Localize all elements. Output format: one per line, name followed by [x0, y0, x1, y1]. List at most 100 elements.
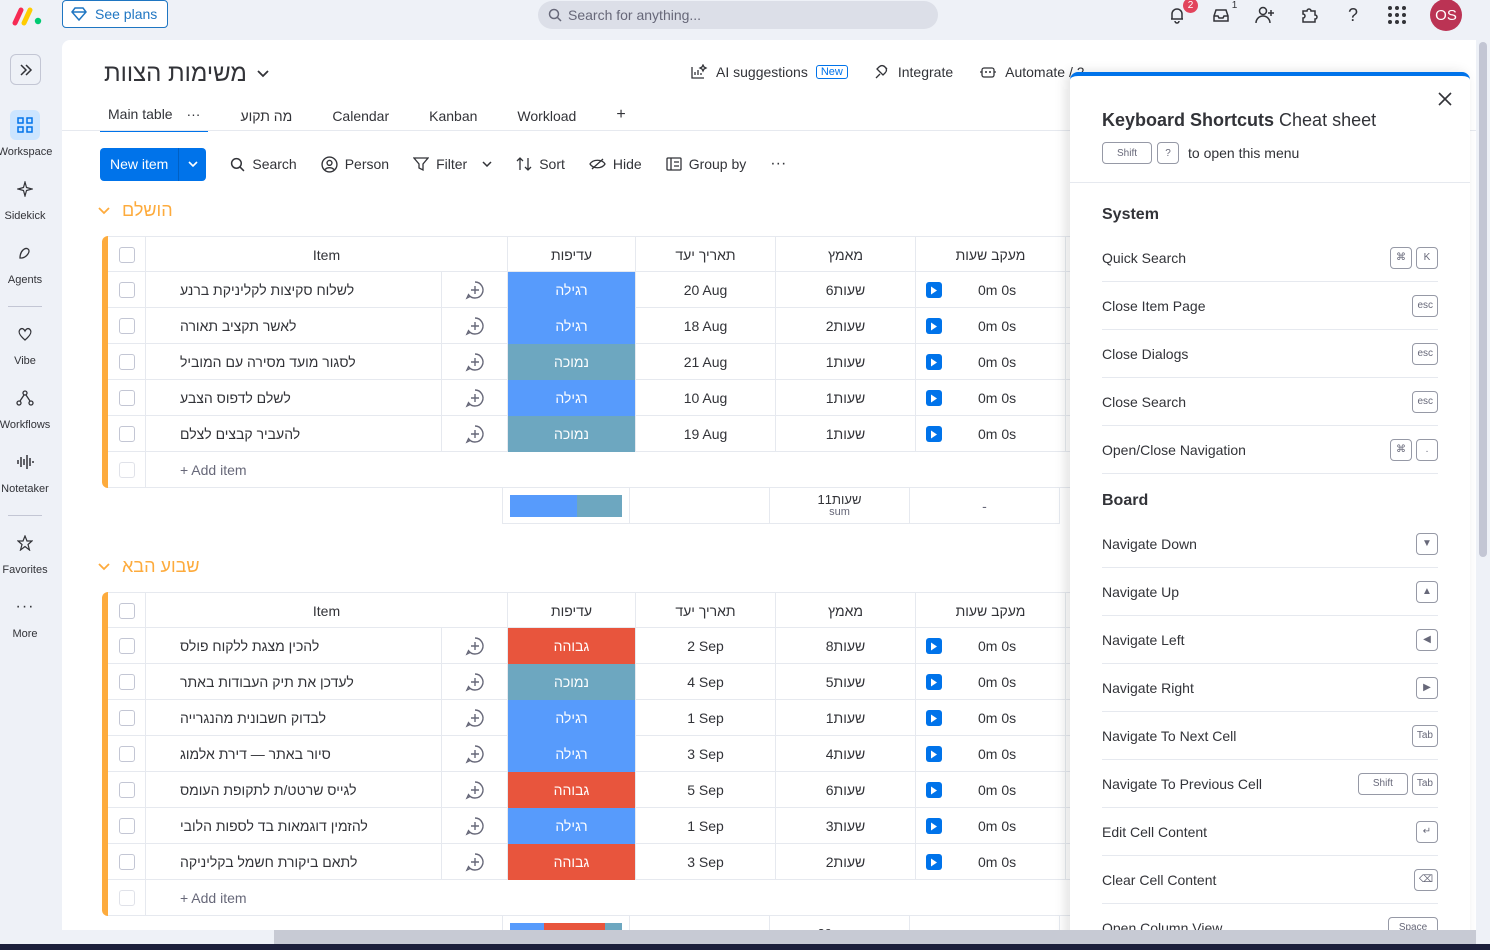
play-icon[interactable]	[926, 674, 942, 690]
table-row[interactable]: להעביר קבצים לצלם נמוכה 19 Aug 1שעות 0m 0s	[108, 416, 1102, 452]
rail-item-vibe[interactable]: Vibe	[0, 319, 50, 367]
new-item-button[interactable]: New item	[100, 147, 207, 181]
item-name-cell[interactable]: להזמין דוגמאות בד לספות הלובי	[146, 808, 442, 844]
see-plans-button[interactable]: See plans	[62, 0, 169, 28]
ai-suggestions-button[interactable]: AI suggestions New	[690, 64, 848, 80]
add-update-button[interactable]	[442, 344, 508, 380]
column-header-priority[interactable]: עדיפות	[508, 593, 636, 629]
play-icon[interactable]	[926, 746, 942, 762]
time-tracking-cell[interactable]: 0m 0s	[916, 380, 1066, 416]
priority-cell[interactable]: נמוכה	[508, 664, 636, 700]
rail-item-agents[interactable]: Agents	[0, 238, 50, 286]
table-row[interactable]: סיור באתר — דירת אלמוג רגילה 3 Sep 4שעות 0m …	[108, 736, 1102, 772]
due-date-cell[interactable]: 1 Sep	[636, 808, 776, 844]
row-checkbox[interactable]	[118, 390, 135, 406]
play-icon[interactable]	[926, 318, 942, 334]
add-update-button[interactable]	[442, 272, 508, 308]
add-view-button[interactable]: +	[608, 106, 633, 132]
search-button[interactable]: Search	[230, 156, 297, 172]
column-header-item[interactable]: Item	[146, 237, 508, 273]
effort-cell[interactable]: 1שעות	[776, 344, 916, 380]
priority-cell[interactable]: גבוהה	[508, 628, 636, 664]
play-icon[interactable]	[926, 282, 942, 298]
play-icon[interactable]	[926, 638, 942, 654]
chevron-down-icon[interactable]	[98, 562, 110, 571]
item-name-cell[interactable]: לתאם ביקורת חשמל בקליניקה	[146, 844, 442, 880]
add-item-input[interactable]: + Add item	[146, 452, 1046, 488]
close-icon[interactable]	[1436, 90, 1454, 108]
board-title[interactable]: משימות הצוות	[104, 60, 269, 88]
time-tracking-cell[interactable]: 0m 0s	[916, 772, 1066, 808]
item-name-cell[interactable]: לעדכן את תיק העבודות באתר	[146, 664, 442, 700]
row-checkbox[interactable]	[118, 638, 135, 654]
tab-calendar[interactable]: Calendar	[324, 108, 397, 132]
item-name-cell[interactable]: לבדוק חשבונית מהנגרייה	[146, 700, 442, 736]
due-date-cell[interactable]: 19 Aug	[636, 416, 776, 452]
table-row[interactable]: להזמין דוגמאות בד לספות הלובי רגילה 1 Sep 3…	[108, 808, 1102, 844]
column-header-date[interactable]: תאריך יעד	[636, 593, 776, 629]
add-update-button[interactable]	[442, 664, 508, 700]
tab-options-icon[interactable]: ···	[186, 106, 200, 122]
due-date-cell[interactable]: 3 Sep	[636, 844, 776, 880]
item-name-cell[interactable]: להעביר קבצים לצלם	[146, 416, 442, 452]
due-date-cell[interactable]: 3 Sep	[636, 736, 776, 772]
row-checkbox[interactable]	[118, 318, 135, 334]
rail-item-more[interactable]: ··· More	[0, 592, 50, 640]
effort-cell[interactable]: 3שעות	[776, 808, 916, 844]
select-all-checkbox[interactable]	[118, 603, 135, 619]
effort-cell[interactable]: 1שעות	[776, 380, 916, 416]
priority-summary[interactable]	[502, 488, 630, 524]
time-tracking-cell[interactable]: 0m 0s	[916, 736, 1066, 772]
add-update-button[interactable]	[442, 808, 508, 844]
item-name-cell[interactable]: לשלוח סקיצות לקליניקת ברנע	[146, 272, 442, 308]
add-update-button[interactable]	[442, 844, 508, 880]
play-icon[interactable]	[926, 710, 942, 726]
inbox-icon[interactable]: 1	[1210, 0, 1237, 26]
item-name-cell[interactable]: להכין מצגת ללקוח פולס	[146, 628, 442, 664]
due-date-cell[interactable]: 5 Sep	[636, 772, 776, 808]
add-update-button[interactable]	[442, 736, 508, 772]
tab-main-table[interactable]: Main table ···	[100, 106, 209, 132]
due-date-cell[interactable]: 4 Sep	[636, 664, 776, 700]
due-date-cell[interactable]: 18 Aug	[636, 308, 776, 344]
column-header-date[interactable]: תאריך יעד	[636, 237, 776, 273]
person-filter-button[interactable]: Person	[321, 155, 389, 173]
group-by-button[interactable]: Group by	[666, 156, 746, 172]
row-checkbox[interactable]	[118, 674, 135, 690]
more-actions-button[interactable]: ···	[770, 155, 786, 173]
table-row[interactable]: לשלם לדפוס הצבע רגילה 10 Aug 1שעות 0m 0s	[108, 380, 1102, 416]
table-row[interactable]: לשלוח סקיצות לקליניקת ברנע רגילה 20 Aug 6שע…	[108, 272, 1102, 308]
time-tracking-cell[interactable]: 0m 0s	[916, 344, 1066, 380]
integrate-button[interactable]: Integrate	[874, 64, 953, 80]
add-update-button[interactable]	[442, 628, 508, 664]
column-header-priority[interactable]: עדיפות	[508, 237, 636, 273]
select-all-checkbox[interactable]	[118, 247, 135, 263]
due-date-cell[interactable]: 1 Sep	[636, 700, 776, 736]
user-avatar[interactable]: OS	[1430, 0, 1462, 31]
row-checkbox[interactable]	[118, 818, 135, 834]
add-update-button[interactable]	[442, 416, 508, 452]
time-tracking-cell[interactable]: 0m 0s	[916, 272, 1066, 308]
item-name-cell[interactable]: לסגור מועד מסירה עם המוביל	[146, 344, 442, 380]
due-date-cell[interactable]: 2 Sep	[636, 628, 776, 664]
table-row[interactable]: לגייס שרטט/ת לתקופת העומס גבוהה 5 Sep 6שעות…	[108, 772, 1102, 808]
tab-kanban[interactable]: Kanban	[421, 108, 485, 132]
rail-item-notetaker[interactable]: Notetaker	[0, 447, 50, 495]
table-row[interactable]: לבדוק חשבונית מהנגרייה רגילה 1 Sep 1שעות 0m …	[108, 700, 1102, 736]
time-tracking-cell[interactable]: 0m 0s	[916, 416, 1066, 452]
new-item-label[interactable]: New item	[100, 148, 178, 181]
priority-cell[interactable]: רגילה	[508, 808, 636, 844]
add-item-row[interactable]: + Add item	[108, 880, 1102, 916]
priority-cell[interactable]: נמוכה	[508, 416, 636, 452]
sort-button[interactable]: Sort	[516, 156, 565, 172]
priority-cell[interactable]: גבוהה	[508, 844, 636, 880]
add-item-input[interactable]: + Add item	[146, 880, 1046, 916]
table-row[interactable]: לאשר תקציב תאורה רגילה 18 Aug 2שעות 0m 0s	[108, 308, 1102, 344]
effort-cell[interactable]: 8שעות	[776, 628, 916, 664]
time-tracking-cell[interactable]: 0m 0s	[916, 808, 1066, 844]
global-search-input[interactable]: Search for anything...	[538, 1, 938, 29]
tab-stuck[interactable]: מה תקוע	[232, 108, 300, 132]
notifications-bell-icon[interactable]: 2	[1166, 0, 1198, 26]
item-name-cell[interactable]: לאשר תקציב תאורה	[146, 308, 442, 344]
priority-cell[interactable]: רגילה	[508, 308, 636, 344]
